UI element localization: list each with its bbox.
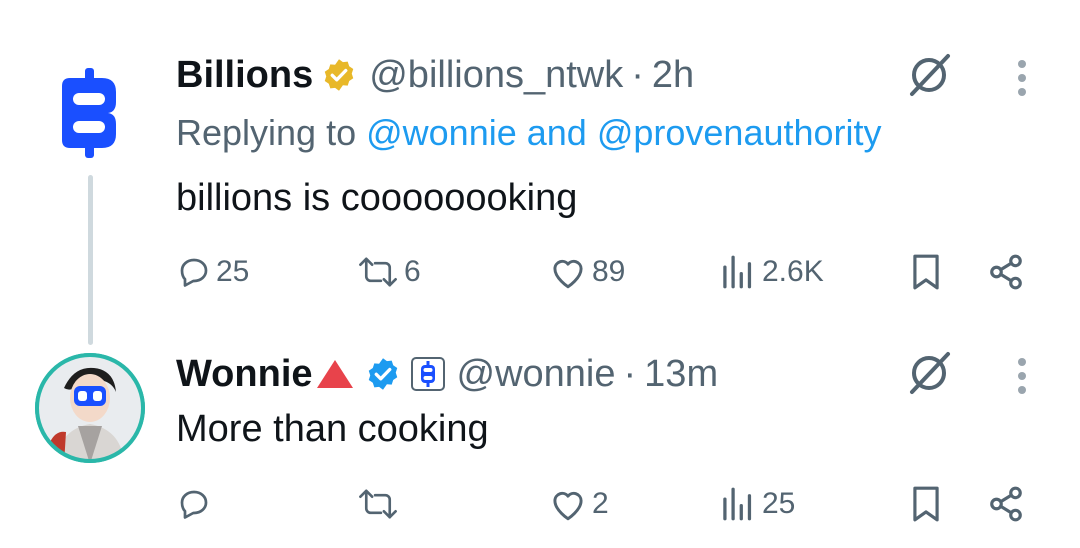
author-name[interactable]: Wonnie <box>176 353 313 396</box>
bookmark-icon <box>913 486 939 522</box>
repost-button[interactable] <box>356 484 404 524</box>
repost-count: 6 <box>404 255 421 288</box>
tweet-time[interactable]: 2h <box>652 54 694 97</box>
views-icon <box>723 255 752 289</box>
author-handle[interactable]: @billions_ntwk <box>369 54 623 97</box>
reply-icon <box>180 258 208 287</box>
bookmark-button[interactable] <box>904 252 948 292</box>
like-count: 2 <box>592 487 609 520</box>
red-triangle-icon <box>315 357 355 391</box>
like-button[interactable]: 2 <box>548 484 609 524</box>
like-count: 89 <box>592 255 626 288</box>
repost-icon <box>359 257 397 287</box>
gold-verified-icon <box>321 57 357 93</box>
author-handle[interactable]: @wonnie <box>457 353 616 396</box>
reply-icon <box>180 490 208 519</box>
share-button[interactable] <box>984 484 1028 524</box>
views-button[interactable]: 2.6K <box>718 252 824 292</box>
like-icon <box>553 491 583 521</box>
reply-button[interactable] <box>176 484 216 524</box>
reply-mention-wonnie[interactable]: @wonnie <box>366 112 517 154</box>
replying-and[interactable]: and <box>527 112 587 154</box>
tweet-time[interactable]: 13m <box>644 353 718 396</box>
tweet2-header: Wonnie @wonnie · 13m <box>176 351 718 397</box>
billions-avatar[interactable] <box>56 68 122 158</box>
share-icon <box>990 486 1022 522</box>
views-count: 25 <box>762 487 796 520</box>
more-vertical-icon[interactable] <box>1006 354 1038 398</box>
reply-count: 25 <box>216 255 250 288</box>
wonnie-avatar[interactable] <box>34 352 146 464</box>
author-name[interactable]: Billions <box>176 54 313 97</box>
tweet-text: More than cooking <box>176 407 489 450</box>
share-icon <box>990 254 1022 290</box>
replying-to: Replying to @wonnie and @provenauthority <box>176 111 882 155</box>
grok-icon[interactable] <box>904 348 954 398</box>
tweet-text: billions is coooooooking <box>176 176 578 219</box>
bookmark-button[interactable] <box>904 484 948 524</box>
replying-prefix: Replying to <box>176 112 357 153</box>
share-button[interactable] <box>984 252 1028 292</box>
views-button[interactable]: 25 <box>718 484 795 524</box>
blue-verified-icon <box>365 356 401 392</box>
grok-icon[interactable] <box>904 50 954 100</box>
bookmark-icon <box>913 254 939 290</box>
reply-mention-provenauthority[interactable]: @provenauthority <box>597 112 882 154</box>
more-vertical-icon[interactable] <box>1006 56 1038 100</box>
repost-icon <box>359 489 397 519</box>
views-count: 2.6K <box>762 255 824 288</box>
billions-affiliate-icon[interactable] <box>410 357 445 391</box>
views-icon <box>723 487 752 521</box>
thread-line <box>88 175 93 345</box>
reply-button[interactable]: 25 <box>176 252 249 292</box>
like-button[interactable]: 89 <box>548 252 625 292</box>
billions-logo-icon <box>62 68 116 158</box>
tweet1-header: Billions @billions_ntwk · 2h <box>176 52 694 98</box>
like-icon <box>553 259 583 289</box>
separator-dot: · <box>623 352 637 395</box>
repost-button[interactable]: 6 <box>356 252 421 292</box>
separator-dot: · <box>631 53 644 96</box>
